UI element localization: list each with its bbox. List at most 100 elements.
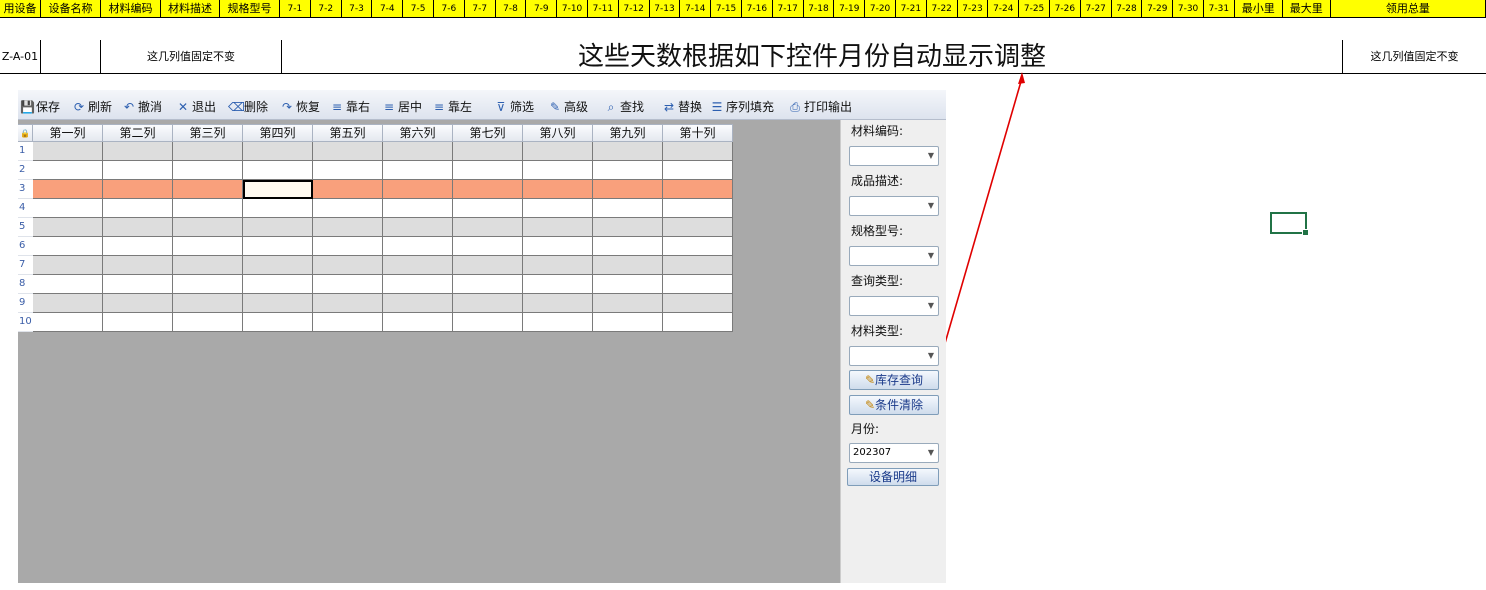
grid-cell[interactable] xyxy=(33,142,103,161)
grid-cell[interactable] xyxy=(523,313,593,332)
grid-cell[interactable] xyxy=(313,142,383,161)
grid-cell[interactable] xyxy=(383,180,453,199)
stock-query-button[interactable]: ✎库存查询 xyxy=(849,370,939,390)
grid-cell[interactable] xyxy=(593,161,663,180)
grid-cell[interactable] xyxy=(243,313,313,332)
toolbar-filter-button[interactable]: ⊽ 筛选 xyxy=(494,98,534,116)
grid-cell[interactable] xyxy=(173,218,243,237)
grid-cell[interactable] xyxy=(103,180,173,199)
grid-cell[interactable] xyxy=(313,313,383,332)
grid-cell[interactable] xyxy=(663,218,733,237)
grid-cell[interactable] xyxy=(523,294,593,313)
grid-cell[interactable] xyxy=(33,294,103,313)
grid-cell[interactable] xyxy=(173,313,243,332)
grid-row-header[interactable]: 5 xyxy=(18,218,33,237)
grid-cell[interactable] xyxy=(313,161,383,180)
grid-cell[interactable] xyxy=(593,199,663,218)
grid-row-header[interactable]: 1 xyxy=(18,142,33,161)
active-cell-selection[interactable] xyxy=(1270,212,1309,236)
grid-cell[interactable] xyxy=(33,180,103,199)
grid-cell[interactable] xyxy=(243,199,313,218)
grid-cell[interactable] xyxy=(593,218,663,237)
grid-cell[interactable] xyxy=(173,180,243,199)
grid-cell[interactable] xyxy=(453,199,523,218)
fill-handle[interactable] xyxy=(1302,229,1309,236)
toolbar-exit-button[interactable]: ✕ 退出 xyxy=(176,98,216,116)
toolbar-advanced-button[interactable]: ✎ 高级 xyxy=(548,98,588,116)
grid-cell[interactable] xyxy=(383,142,453,161)
grid-cell[interactable] xyxy=(383,218,453,237)
grid-cell[interactable] xyxy=(523,256,593,275)
grid-row-header[interactable]: 7 xyxy=(18,256,33,275)
material-code-combo[interactable]: ▼ xyxy=(849,146,939,166)
grid-cell[interactable] xyxy=(453,256,523,275)
grid-row-header[interactable]: 10 xyxy=(18,313,33,332)
grid-cell[interactable] xyxy=(103,294,173,313)
grid-cell[interactable] xyxy=(663,237,733,256)
grid-cell[interactable] xyxy=(453,294,523,313)
grid-cell[interactable] xyxy=(593,180,663,199)
grid-cell[interactable] xyxy=(453,237,523,256)
grid-cell[interactable] xyxy=(243,294,313,313)
grid-cell[interactable] xyxy=(103,161,173,180)
grid-cell[interactable] xyxy=(383,313,453,332)
grid-cell[interactable] xyxy=(383,256,453,275)
grid-row-header[interactable]: 8 xyxy=(18,275,33,294)
grid-cell[interactable] xyxy=(663,180,733,199)
grid-cell[interactable] xyxy=(453,275,523,294)
grid-cell[interactable] xyxy=(523,237,593,256)
grid-column-header[interactable]: 第二列 xyxy=(103,124,173,142)
material-type-combo[interactable]: ▼ xyxy=(849,346,939,366)
grid-cell[interactable] xyxy=(103,256,173,275)
grid-cell[interactable] xyxy=(383,237,453,256)
grid-cell[interactable] xyxy=(33,313,103,332)
toolbar-align-left-button[interactable]: ≡ 靠左 xyxy=(432,98,472,116)
grid-cell[interactable] xyxy=(103,199,173,218)
grid-cell[interactable] xyxy=(313,294,383,313)
grid-column-header[interactable]: 第三列 xyxy=(173,124,243,142)
toolbar-print-button[interactable]: ⎙ 打印输出 xyxy=(788,98,852,116)
grid-cell[interactable] xyxy=(243,275,313,294)
toolbar-refresh-button[interactable]: ⟳ 刷新 xyxy=(72,98,112,116)
grid-cell[interactable] xyxy=(663,256,733,275)
grid-cell[interactable] xyxy=(593,237,663,256)
toolbar-undo-button[interactable]: ↶ 撤消 xyxy=(122,98,162,116)
grid-column-header[interactable]: 第一列 xyxy=(33,124,103,142)
grid-cell[interactable] xyxy=(103,237,173,256)
grid-cell[interactable] xyxy=(313,275,383,294)
grid-cell[interactable] xyxy=(103,218,173,237)
grid-cell[interactable] xyxy=(523,161,593,180)
grid-cell[interactable] xyxy=(33,256,103,275)
grid-cell[interactable] xyxy=(453,180,523,199)
toolbar-save-button[interactable]: 💾 保存 xyxy=(20,98,60,116)
grid-cell[interactable] xyxy=(173,275,243,294)
grid-cell[interactable] xyxy=(453,218,523,237)
grid-cell[interactable] xyxy=(243,256,313,275)
equipment-detail-button[interactable]: 设备明细 xyxy=(847,468,939,486)
grid-cell[interactable] xyxy=(33,218,103,237)
grid-cell[interactable] xyxy=(33,275,103,294)
grid-cell[interactable] xyxy=(173,199,243,218)
grid-cell[interactable] xyxy=(313,199,383,218)
grid-cell[interactable] xyxy=(103,275,173,294)
grid-cell[interactable] xyxy=(593,313,663,332)
toolbar-sequence-fill-button[interactable]: ☰ 序列填充 xyxy=(710,98,774,116)
grid-cell[interactable] xyxy=(313,218,383,237)
grid-row-header[interactable]: 6 xyxy=(18,237,33,256)
grid-column-header[interactable]: 第五列 xyxy=(313,124,383,142)
grid-cell[interactable] xyxy=(453,161,523,180)
grid-cell[interactable] xyxy=(243,180,313,199)
grid-cell[interactable] xyxy=(313,237,383,256)
grid-cell[interactable] xyxy=(383,294,453,313)
grid-cell[interactable] xyxy=(33,199,103,218)
grid-cell[interactable] xyxy=(523,199,593,218)
grid-cell[interactable] xyxy=(383,161,453,180)
grid-cell[interactable] xyxy=(593,256,663,275)
grid-cell[interactable] xyxy=(523,218,593,237)
grid-column-header[interactable]: 第十列 xyxy=(663,124,733,142)
grid-cell[interactable] xyxy=(663,313,733,332)
grid-cell[interactable] xyxy=(173,142,243,161)
grid-cell[interactable] xyxy=(593,294,663,313)
grid-cell[interactable] xyxy=(173,161,243,180)
grid-cell[interactable] xyxy=(453,313,523,332)
